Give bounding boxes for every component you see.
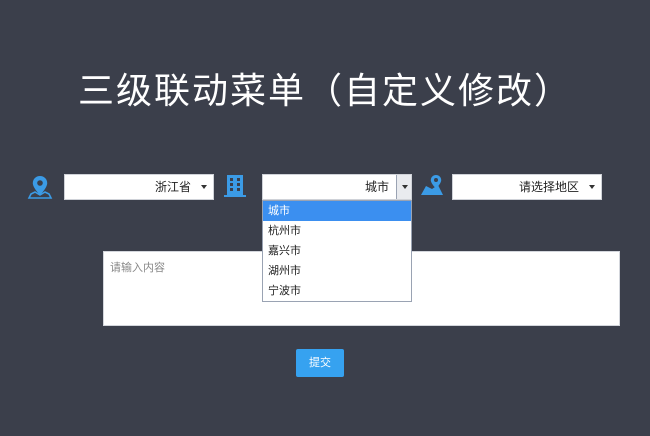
chevron-down-icon [201,185,207,189]
building-icon [222,172,248,198]
province-select[interactable]: 浙江省 [64,174,214,200]
city-select-value: 城市 [364,180,389,194]
city-option[interactable]: 嘉兴市 [263,241,411,261]
map-pin-icon [27,174,53,200]
map-marker-icon [419,173,445,199]
chevron-down-icon [589,185,595,189]
district-select-value: 请选择地区 [518,180,579,194]
city-option[interactable]: 杭州市 [263,221,411,241]
city-dropdown-list: 城市 杭州市 嘉兴市 湖州市 宁波市 [262,200,412,302]
city-option[interactable]: 宁波市 [263,281,411,301]
city-select[interactable]: 城市 [262,174,412,200]
city-option[interactable]: 城市 [263,201,411,221]
chevron-down-icon [402,185,408,189]
submit-button[interactable]: 提交 [296,349,344,377]
message-placeholder: 请输入内容 [110,261,165,274]
district-select[interactable]: 请选择地区 [452,174,602,200]
page-title: 三级联动菜单（自定义修改） [77,71,572,112]
city-select-toggle[interactable] [396,175,411,199]
province-select-value: 浙江省 [154,180,191,194]
city-option[interactable]: 湖州市 [263,261,411,281]
